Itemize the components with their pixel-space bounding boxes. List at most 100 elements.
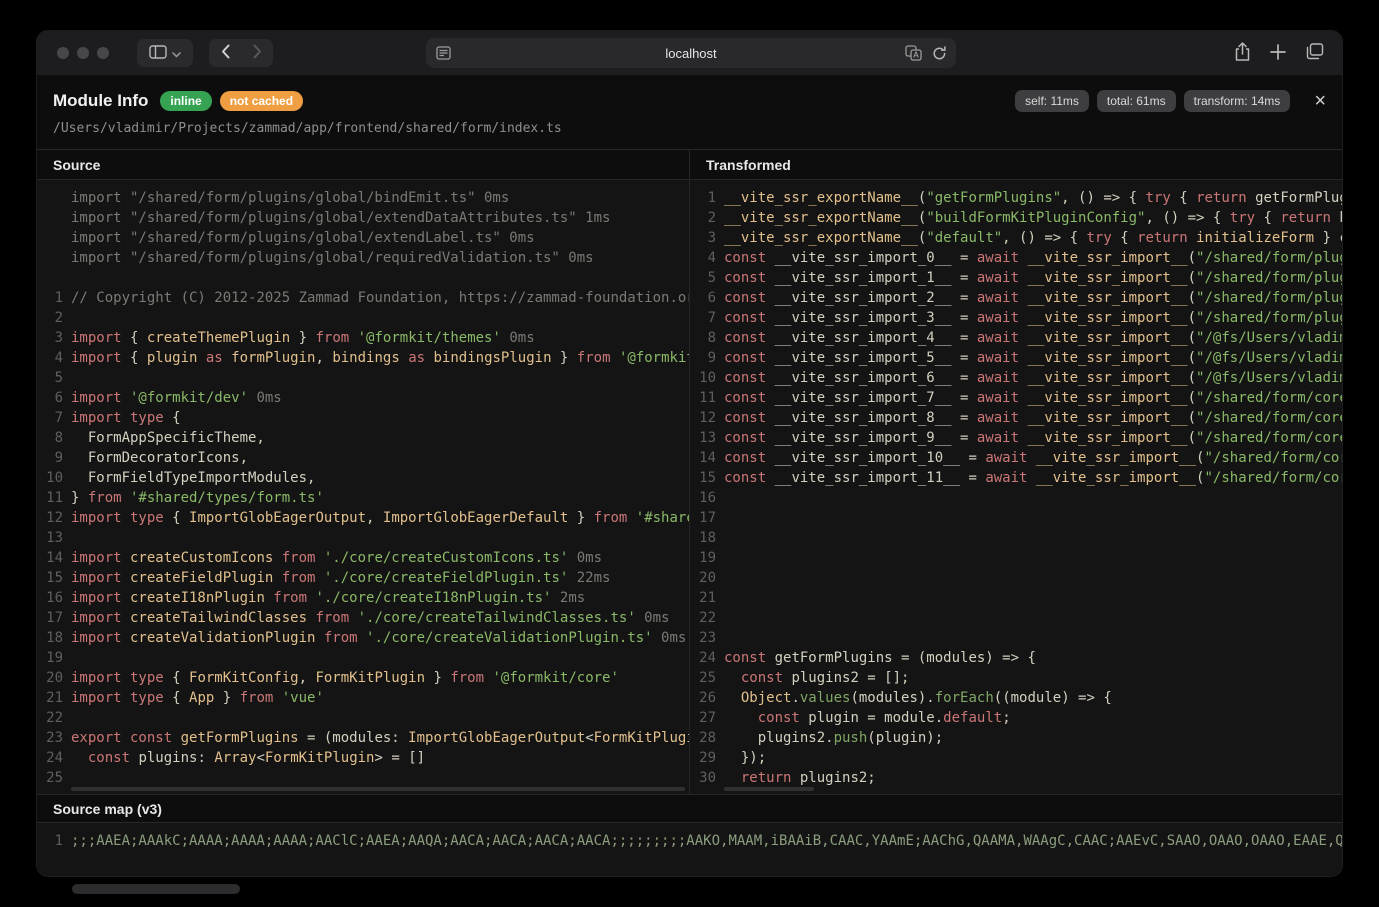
page-settings-icon[interactable] <box>436 46 451 60</box>
code-line: 20 <box>690 568 1342 588</box>
browser-window: localhost A <box>36 30 1343 877</box>
browser-toolbar: localhost A <box>37 31 1342 75</box>
svg-text:A: A <box>913 51 919 60</box>
url-text: localhost <box>665 46 716 61</box>
code-area: import "/shared/form/plugins/global/bind… <box>37 180 1342 794</box>
metric-pill: self: 11ms <box>1015 90 1089 112</box>
code-line: 5const __vite_ssr_import_1__ = await __v… <box>690 268 1342 288</box>
chevron-right-icon <box>253 44 262 62</box>
code-line: 25 const plugins2 = []; <box>690 668 1342 688</box>
code-line: 4const __vite_ssr_import_0__ = await __v… <box>690 248 1342 268</box>
code-line: 8const __vite_ssr_import_4__ = await __v… <box>690 328 1342 348</box>
share-icon <box>1234 42 1251 65</box>
chevron-left-icon <box>221 44 230 62</box>
translate-button[interactable]: A <box>905 45 922 64</box>
sourcemap-code: 1;;;AAEA;AAAkC;AAAA;AAAA;AAAA;AAClC;AAEA… <box>37 831 1342 851</box>
code-line: 9const __vite_ssr_import_5__ = await __v… <box>690 348 1342 368</box>
code-line: import "/shared/form/plugins/global/exte… <box>37 228 689 248</box>
timing-metrics: self: 11mstotal: 61mstransform: 14ms <box>1015 90 1290 112</box>
code-line: 11const __vite_ssr_import_7__ = await __… <box>690 388 1342 408</box>
share-button[interactable] <box>1234 42 1251 65</box>
minimize-window-button[interactable] <box>77 47 89 59</box>
new-tab-button[interactable] <box>1270 44 1286 63</box>
file-path: /Users/vladimir/Projects/zammad/app/fron… <box>53 121 1326 149</box>
address-bar[interactable]: localhost A <box>426 38 956 68</box>
code-line: 27 const plugin = module.default; <box>690 708 1342 728</box>
code-line: 7const __vite_ssr_import_3__ = await __v… <box>690 308 1342 328</box>
sourcemap-panel[interactable]: 1;;;AAEA;AAAkC;AAAA;AAAA;AAAA;AAClC;AAEA… <box>37 823 1342 876</box>
code-line: 5 <box>37 368 689 388</box>
code-line: 22 <box>690 608 1342 628</box>
metric-pill: total: 61ms <box>1097 90 1176 112</box>
code-line: 3__vite_ssr_exportName__("default", () =… <box>690 228 1342 248</box>
code-line <box>37 268 689 288</box>
code-line: 11} from '#shared/types/form.ts' <box>37 488 689 508</box>
navigation-buttons <box>209 39 273 67</box>
code-line: 14import createCustomIcons from './core/… <box>37 548 689 568</box>
zoom-window-button[interactable] <box>97 47 109 59</box>
code-line: import "/shared/form/plugins/global/requ… <box>37 248 689 268</box>
plus-icon <box>1270 44 1286 63</box>
page-title: Module Info <box>53 91 148 111</box>
code-line: 18import createValidationPlugin from './… <box>37 628 689 648</box>
code-line: 7import type { <box>37 408 689 428</box>
source-panel[interactable]: import "/shared/form/plugins/global/bind… <box>37 180 689 794</box>
status-badges: inlinenot cached <box>160 91 303 111</box>
transformed-horizontal-scrollbar[interactable] <box>724 787 814 791</box>
code-line: 16 <box>690 488 1342 508</box>
back-button[interactable] <box>209 39 241 67</box>
tab-overview-button[interactable] <box>1305 43 1324 63</box>
code-line: 13const __vite_ssr_import_9__ = await __… <box>690 428 1342 448</box>
code-line: 23export const getFormPlugins = (modules… <box>37 728 689 748</box>
code-line: 22 <box>37 708 689 728</box>
code-line: 24const getFormPlugins = (modules) => { <box>690 648 1342 668</box>
code-line: 24 const plugins: Array<FormKitPlugin> =… <box>37 748 689 768</box>
code-line: 17import createTailwindClasses from './c… <box>37 608 689 628</box>
translate-icon: A <box>905 45 922 64</box>
forward-button[interactable] <box>241 39 273 67</box>
code-line: import "/shared/form/plugins/global/bind… <box>37 188 689 208</box>
code-line: 2__vite_ssr_exportName__("buildFormKitPl… <box>690 208 1342 228</box>
code-line: 1// Copyright (C) 2012-2025 Zammad Found… <box>37 288 689 308</box>
code-line: 18 <box>690 528 1342 548</box>
sidebar-toggle-button[interactable] <box>137 39 193 67</box>
code-line: 21 <box>690 588 1342 608</box>
code-line: 4import { plugin as formPlugin, bindings… <box>37 348 689 368</box>
status-badge: not cached <box>220 91 303 111</box>
transformed-code: 1__vite_ssr_exportName__("getFormPlugins… <box>690 188 1342 788</box>
code-line: 1;;;AAEA;AAAkC;AAAA;AAAA;AAAA;AAClC;AAEA… <box>37 831 1342 851</box>
code-line: 29 }); <box>690 748 1342 768</box>
code-line: 10 FormFieldTypeImportModules, <box>37 468 689 488</box>
sidebar-icon <box>149 45 167 62</box>
toolbar-right-actions <box>1234 39 1324 67</box>
code-line: 28 plugins2.push(plugin); <box>690 728 1342 748</box>
source-horizontal-scrollbar[interactable] <box>71 787 685 791</box>
panel-headers: Source Transformed <box>37 149 1342 180</box>
code-line: 6import '@formkit/dev' 0ms <box>37 388 689 408</box>
code-line: 25 <box>37 768 689 788</box>
code-line: 12import type { ImportGlobEagerOutput, I… <box>37 508 689 528</box>
transformed-panel-title: Transformed <box>689 150 1342 179</box>
code-line: 21import type { App } from 'vue' <box>37 688 689 708</box>
module-info-header: Module Info inlinenot cached self: 11ms t… <box>37 75 1342 149</box>
code-line: 9 FormDecoratorIcons, <box>37 448 689 468</box>
desktop-background: localhost A <box>0 0 1379 907</box>
reload-icon <box>932 46 947 64</box>
code-line: 6const __vite_ssr_import_2__ = await __v… <box>690 288 1342 308</box>
code-line: 19 <box>37 648 689 668</box>
reload-button[interactable] <box>932 46 947 64</box>
window-controls <box>57 47 109 59</box>
code-line: 23 <box>690 628 1342 648</box>
sourcemap-horizontal-scrollbar[interactable] <box>72 884 240 894</box>
code-line: 17 <box>690 508 1342 528</box>
code-line: 20import type { FormKitConfig, FormKitPl… <box>37 668 689 688</box>
tabs-icon <box>1305 43 1324 63</box>
code-line: 3import { createThemePlugin } from '@for… <box>37 328 689 348</box>
source-code: import "/shared/form/plugins/global/bind… <box>37 188 689 788</box>
chevron-down-icon <box>172 46 181 61</box>
code-line: 13 <box>37 528 689 548</box>
close-button[interactable]: × <box>1314 91 1326 111</box>
code-line: 30 return plugins2; <box>690 768 1342 788</box>
close-window-button[interactable] <box>57 47 69 59</box>
transformed-panel[interactable]: 1__vite_ssr_exportName__("getFormPlugins… <box>689 180 1342 794</box>
